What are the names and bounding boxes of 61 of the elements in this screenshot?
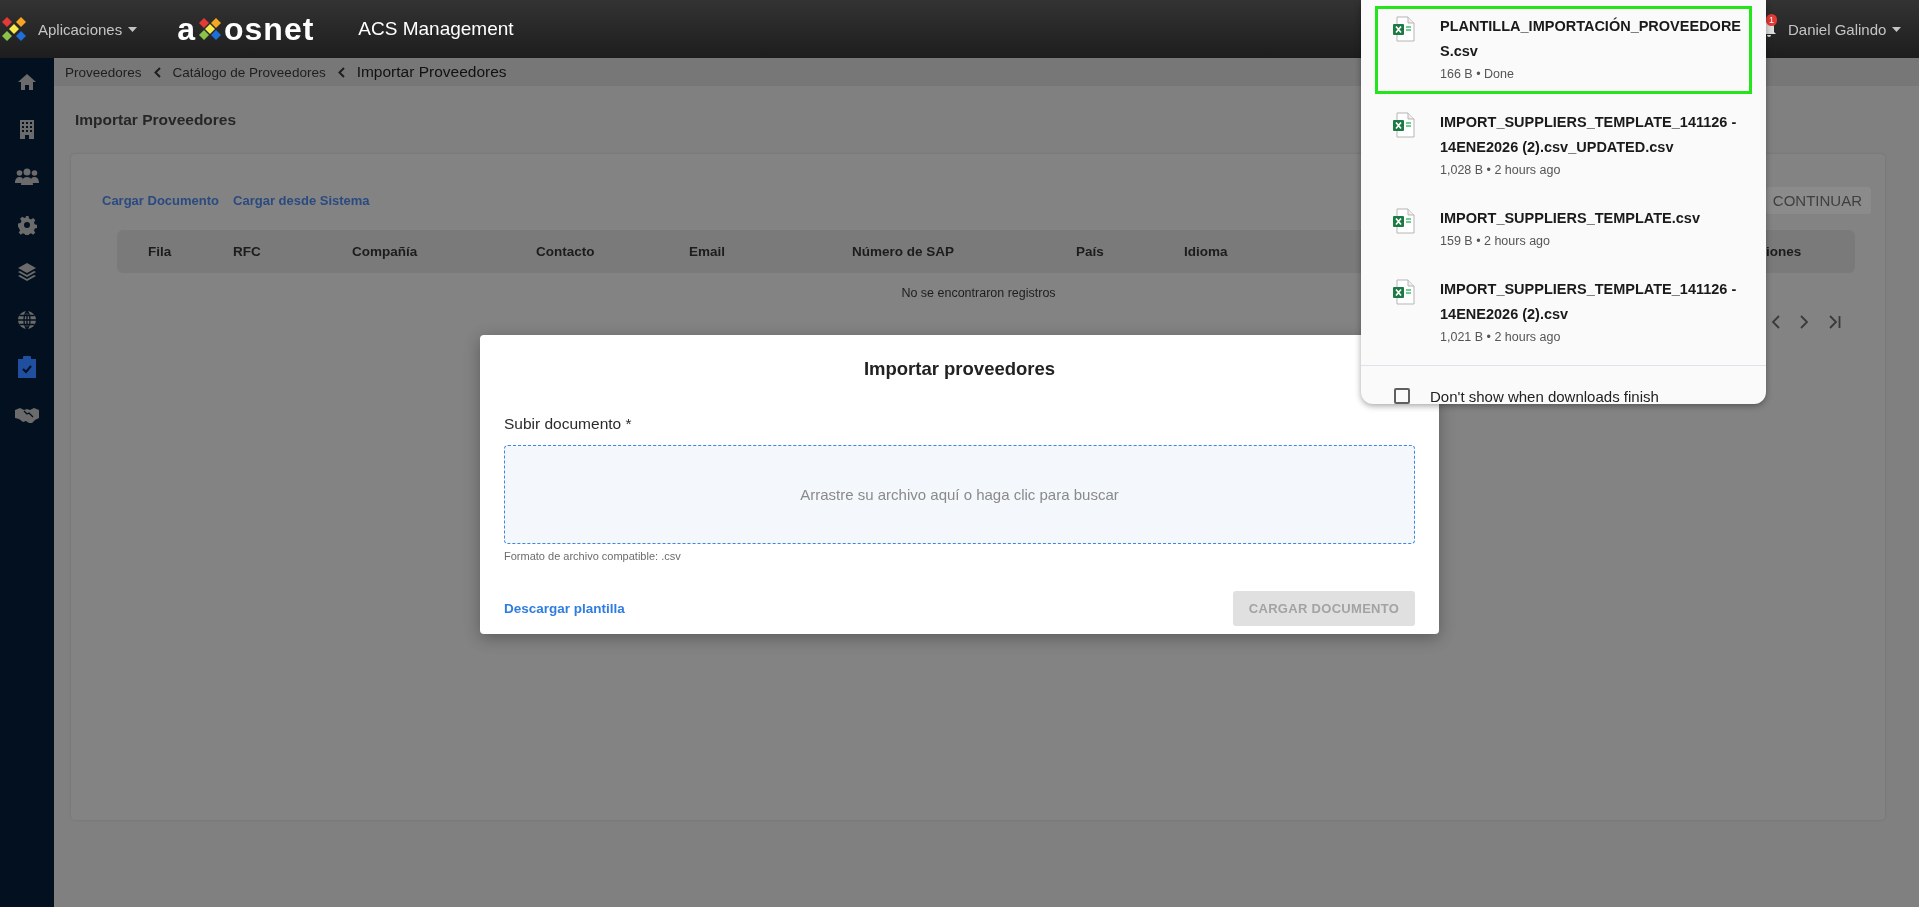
notification-badge: 1 bbox=[1766, 14, 1777, 26]
handshake-icon[interactable] bbox=[15, 405, 39, 424]
dialog-title: Importar proveedores bbox=[862, 357, 1057, 381]
spreadsheet-file-icon bbox=[1393, 112, 1415, 138]
globe-icon[interactable] bbox=[17, 309, 37, 330]
download-template-link[interactable]: Descargar plantilla bbox=[504, 601, 625, 616]
file-name: IMPORT_SUPPLIERS_TEMPLATE.csv bbox=[1440, 209, 1701, 228]
download-item[interactable]: IMPORT_SUPPLIERS_TEMPLATE_141126 - 14ENE2026 (2).csv 1,021 B • 2 hours ago bbox=[1375, 269, 1752, 357]
spreadsheet-file-icon bbox=[1393, 208, 1415, 234]
empty-message: No se encontraron registros bbox=[901, 286, 1056, 300]
app-title: ACS Management bbox=[358, 18, 514, 40]
caret-icon bbox=[1892, 26, 1902, 32]
download-item[interactable]: IMPORT_SUPPLIERS_TEMPLATE_141126 - 14ENE2026 (2).csv_UPDATED.csv 1,028 B • 2 hours ago bbox=[1375, 102, 1752, 190]
column-header: RFC bbox=[233, 244, 261, 259]
action-link[interactable]: Cargar Documento bbox=[102, 192, 220, 208]
column-header: Fila bbox=[148, 244, 172, 259]
breadcrumb-item: Importar Proveedores bbox=[356, 63, 507, 81]
format-hint: Formato de archivo compatible: .csv bbox=[504, 549, 682, 563]
logo-mark-icon bbox=[198, 17, 222, 41]
file-status: 1,021 B • 2 hours ago bbox=[1440, 329, 1562, 346]
file-name: IMPORT_SUPPLIERS_TEMPLATE_141126 - 14ENE2026 (2).csv_UPDATED.csv bbox=[1440, 113, 1738, 157]
breadcrumb-item[interactable]: Catálogo de Proveedores bbox=[172, 64, 326, 80]
action-link[interactable]: Cargar desde Sistema bbox=[233, 192, 370, 208]
building-icon[interactable] bbox=[19, 119, 35, 140]
column-header: País bbox=[1076, 244, 1104, 259]
chevron-left-icon bbox=[153, 66, 161, 78]
file-status: 166 B • Done bbox=[1440, 66, 1515, 83]
apps-menu[interactable]: Aplicaciones bbox=[38, 20, 138, 38]
previous-page-icon[interactable] bbox=[1771, 315, 1780, 329]
checkbox[interactable] bbox=[1394, 388, 1410, 404]
caret-icon bbox=[128, 26, 138, 32]
column-header: iones bbox=[1766, 244, 1802, 259]
last-page-icon[interactable] bbox=[1829, 315, 1841, 329]
user-menu[interactable]: Daniel Galindo bbox=[1788, 20, 1902, 38]
layers-icon[interactable] bbox=[17, 262, 37, 283]
file-status: 159 B • 2 hours ago bbox=[1440, 233, 1551, 250]
column-header: Contacto bbox=[536, 244, 595, 259]
column-header: Número de SAP bbox=[852, 244, 955, 259]
column-header: Idioma bbox=[1184, 244, 1228, 259]
spreadsheet-file-icon bbox=[1393, 279, 1415, 305]
file-status: 1,028 B • 2 hours ago bbox=[1440, 162, 1562, 179]
download-item[interactable]: IMPORT_SUPPLIERS_TEMPLATE.csv 159 B • 2 hours ago bbox=[1375, 198, 1752, 261]
chevron-left-icon bbox=[337, 66, 345, 78]
company-logo: a osnet bbox=[177, 10, 315, 48]
checkbox-label[interactable]: Don't show when downloads finish bbox=[1430, 387, 1659, 405]
next-page-icon[interactable] bbox=[1800, 315, 1809, 329]
column-header: Compañía bbox=[352, 244, 418, 259]
settings-icon[interactable] bbox=[17, 214, 37, 235]
download-item[interactable]: PLANTILLA_IMPORTACIÓN_PROVEEDORES.csv 166 B • Done bbox=[1375, 6, 1752, 94]
home-icon[interactable] bbox=[17, 71, 37, 92]
field-label: Subir documento * bbox=[504, 414, 633, 434]
apps-logo-icon bbox=[0, 15, 28, 43]
page-title: Importar Proveedores bbox=[75, 111, 237, 128]
users-icon[interactable] bbox=[15, 168, 39, 186]
file-name: PLANTILLA_IMPORTACIÓN_PROVEEDORES.csv bbox=[1440, 16, 1743, 61]
breadcrumb-item[interactable]: Proveedores bbox=[65, 64, 142, 80]
spreadsheet-file-icon bbox=[1393, 16, 1415, 42]
clipboard-check-icon[interactable] bbox=[18, 356, 36, 379]
column-header: Email bbox=[689, 244, 726, 259]
file-name: IMPORT_SUPPLIERS_TEMPLATE_141126 - 14ENE2026 (2).csv bbox=[1440, 280, 1738, 324]
file-drop-zone[interactable]: Arrastre su archivo aquí o haga clic para buscar bbox=[504, 445, 1415, 544]
